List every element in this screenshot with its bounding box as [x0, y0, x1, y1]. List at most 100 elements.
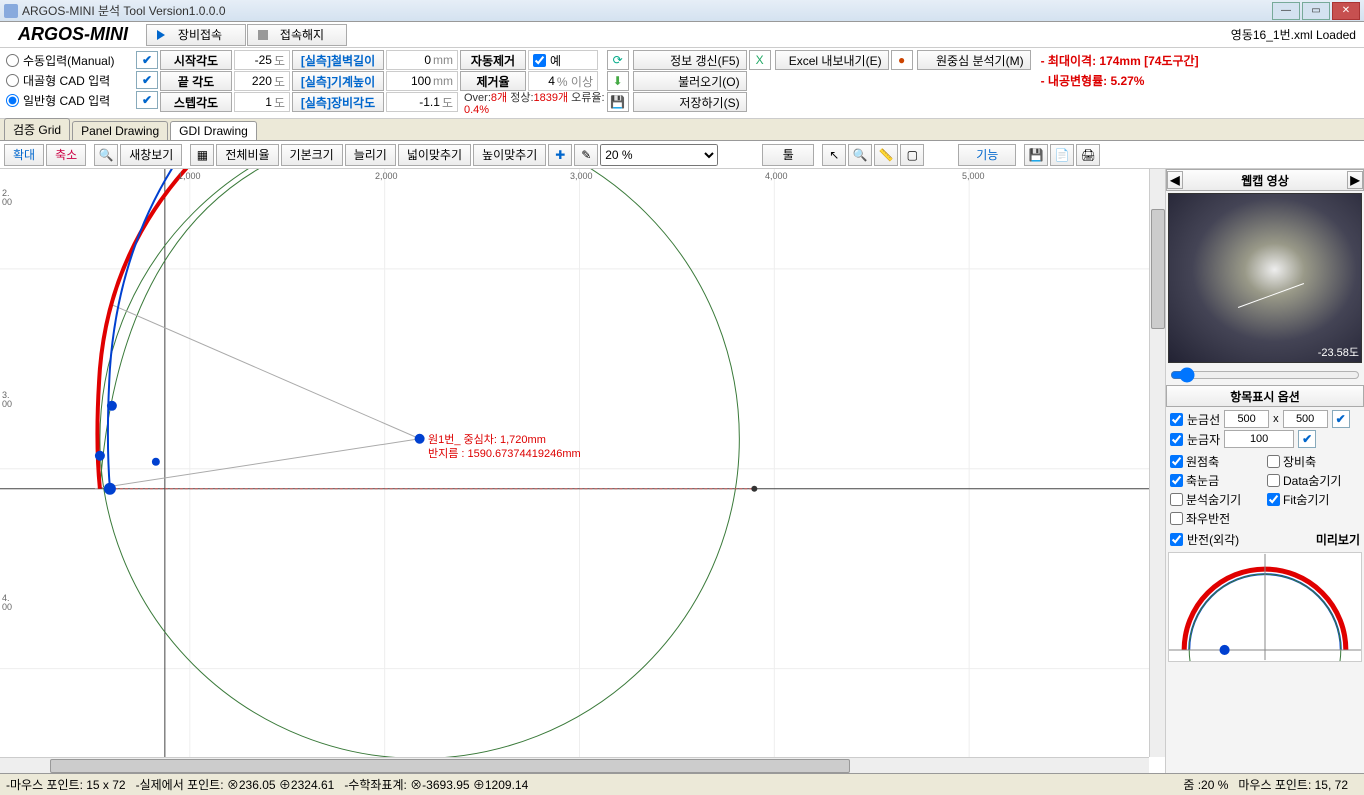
over-info: Over:8개 정상:1839개 오류율: 0.4%: [460, 92, 605, 116]
deform-label: - 내공변형률: 5.27%: [1033, 70, 1199, 90]
ruler-icon[interactable]: 📏: [874, 144, 898, 166]
tool-button[interactable]: 툴: [762, 144, 814, 166]
fullratio-button[interactable]: 전체비율: [216, 144, 278, 166]
plus-icon[interactable]: ✚: [548, 144, 572, 166]
mach-header: [실측]기계높이: [292, 71, 384, 91]
mode-gencad[interactable]: 일반형 CAD 입력 ✔: [6, 90, 158, 110]
webcam-header: ◀ 웹캡 영상 ▶: [1166, 169, 1364, 191]
zoomin-button[interactable]: 확대: [4, 144, 44, 166]
fitw-button[interactable]: 넓이맞추기: [398, 144, 471, 166]
autoremove-check[interactable]: 예: [528, 50, 598, 70]
ruler-check[interactable]: [1170, 433, 1183, 446]
zoom-icon[interactable]: 🔍: [848, 144, 872, 166]
circle-radius-label: 반지름 : 1590.67374419246mm: [428, 445, 581, 461]
refresh-icon: ⟳: [607, 50, 629, 70]
save-icon: 💾: [607, 92, 629, 112]
status-bar: -마우스 포인트: 15 x 72 -실제에서 포인트: ⊗236.05 ⊕23…: [0, 773, 1364, 795]
check-icon[interactable]: ✔: [136, 91, 158, 109]
rect-icon[interactable]: ▢: [900, 144, 924, 166]
circle-button[interactable]: 원중심 분석기(M): [917, 50, 1031, 70]
mode-manual[interactable]: 수동입력(Manual) ✔: [6, 50, 158, 70]
stretch-button[interactable]: 늘리기: [345, 144, 396, 166]
func-button[interactable]: 기능: [958, 144, 1016, 166]
play-icon: [157, 30, 165, 40]
save-button[interactable]: 저장하기(S): [633, 92, 747, 112]
preview-header: 미리보기: [1316, 531, 1360, 548]
drawing-toolbar: 확대 축소 🔍 새창보기 ▦ 전체비율 기본크기 늘리기 넓이맞추기 높이맞추기…: [0, 141, 1364, 169]
webcam-view: -23.58도: [1168, 193, 1362, 363]
max-gap-label: - 최대이격: 174mm [74도구간]: [1033, 50, 1199, 70]
step-angle-value[interactable]: 1도: [234, 92, 290, 112]
vscrollbar[interactable]: [1149, 169, 1165, 757]
window-title: ARGOS-MINI 분석 Tool Version1.0.0.0: [22, 2, 226, 19]
datahide-check[interactable]: Data숨기기: [1267, 472, 1360, 489]
disconnect-button[interactable]: 접속해지: [247, 24, 347, 46]
grid-h-input[interactable]: [1283, 410, 1328, 428]
maximize-button[interactable]: ▭: [1302, 2, 1330, 20]
start-angle-value[interactable]: -25도: [234, 50, 290, 70]
basesize-button[interactable]: 기본크기: [281, 144, 343, 166]
flipout-check[interactable]: [1170, 533, 1183, 546]
apply-ruler-icon[interactable]: ✔: [1298, 430, 1316, 448]
autoremove-header: 자동제거: [460, 50, 526, 70]
grid-w-input[interactable]: [1224, 410, 1269, 428]
fith-button[interactable]: 높이맞추기: [473, 144, 546, 166]
excel-button[interactable]: Excel 내보내기(E): [775, 50, 889, 70]
start-angle-header: 시작각도: [160, 50, 232, 70]
end-angle-header: 끝 각도: [160, 71, 232, 91]
refresh-button[interactable]: 정보 갱신(F5): [633, 50, 747, 70]
print-icon[interactable]: 🖨: [1076, 144, 1100, 166]
end-angle-value[interactable]: 220도: [234, 71, 290, 91]
status-zoom: 줌 :20 %: [1183, 776, 1228, 793]
origaxis-check[interactable]: 원점축: [1170, 453, 1263, 470]
load-icon: ⬇: [607, 71, 629, 91]
save-file-icon[interactable]: 💾: [1024, 144, 1048, 166]
minimize-button[interactable]: —: [1272, 2, 1300, 20]
zoomout-button[interactable]: 축소: [46, 144, 86, 166]
apply-grid-icon[interactable]: ✔: [1332, 410, 1350, 428]
gridline-check[interactable]: [1170, 413, 1183, 426]
loaded-label: 영동16_1번.xml Loaded: [1231, 26, 1364, 43]
mach-value[interactable]: 100mm: [386, 71, 458, 91]
check-icon[interactable]: ✔: [136, 71, 158, 89]
grid-icon[interactable]: ▦: [190, 144, 214, 166]
circle-icon: ●: [891, 50, 913, 70]
tab-grid[interactable]: 검증 Grid: [4, 118, 70, 140]
equipaxis-check[interactable]: 장비축: [1267, 453, 1360, 470]
pointer-icon[interactable]: ↖: [822, 144, 846, 166]
app-icon: [4, 4, 18, 18]
mode-bigcad[interactable]: 대골형 CAD 입력 ✔: [6, 70, 158, 90]
webcam-slider[interactable]: [1170, 367, 1360, 383]
right-panel: ◀ 웹캡 영상 ▶ -23.58도 항목표시 옵션 눈금선 x ✔ 눈금자 ✔: [1166, 169, 1364, 773]
copy-icon[interactable]: 📄: [1050, 144, 1074, 166]
axistick-check[interactable]: 축눈금: [1170, 472, 1263, 489]
top-toolbar: ARGOS-MINI 장비접속 접속해지 영동16_1번.xml Loaded: [0, 22, 1364, 48]
equip-value[interactable]: -1.1도: [386, 92, 458, 112]
load-button[interactable]: 불러오기(O): [633, 71, 747, 91]
equip-header: [실측]장비각도: [292, 92, 384, 112]
parameter-panel: 수동입력(Manual) ✔ 대골형 CAD 입력 ✔ 일반형 CAD 입력 ✔…: [0, 48, 1364, 119]
connect-button[interactable]: 장비접속: [146, 24, 246, 46]
wall-value[interactable]: 0mm: [386, 50, 458, 70]
check-icon[interactable]: ✔: [136, 51, 158, 69]
zoom-select[interactable]: 20 %: [600, 144, 718, 166]
fithide-check[interactable]: Fit숨기기: [1267, 491, 1360, 508]
ruler-input[interactable]: [1224, 430, 1294, 448]
tab-gdi[interactable]: GDI Drawing: [170, 121, 257, 140]
removerate-header: 제거율: [460, 71, 526, 91]
close-button[interactable]: ✕: [1332, 2, 1360, 20]
hscrollbar[interactable]: [0, 757, 1149, 773]
next-button[interactable]: ▶: [1347, 171, 1363, 189]
newwin-button[interactable]: 새창보기: [120, 144, 182, 166]
fliplr-check[interactable]: 좌우반전: [1170, 510, 1263, 527]
prev-button[interactable]: ◀: [1167, 171, 1183, 189]
pencil-icon[interactable]: ✎: [574, 144, 598, 166]
tab-panel[interactable]: Panel Drawing: [72, 121, 168, 140]
analhide-check[interactable]: 분석숨기기: [1170, 491, 1263, 508]
removerate-value[interactable]: 4% 이상: [528, 71, 598, 91]
tab-strip: 검증 Grid Panel Drawing GDI Drawing: [0, 119, 1364, 141]
stop-icon: [258, 30, 268, 40]
opts-header: 항목표시 옵션: [1166, 385, 1364, 407]
drawing-canvas[interactable]: 1,000 2,000 3,000 4,000 5,000 2.00 3.00 …: [0, 169, 1166, 773]
magnifier-icon[interactable]: 🔍: [94, 144, 118, 166]
